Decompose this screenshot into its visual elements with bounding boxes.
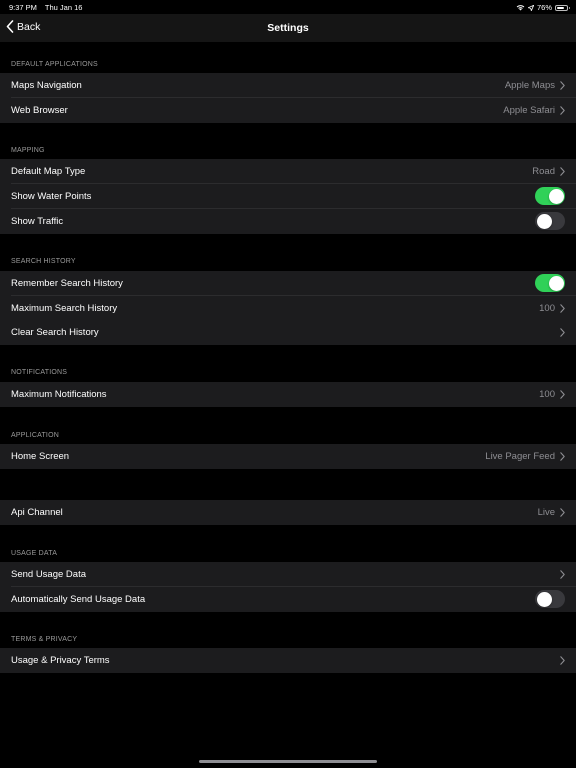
show-water-points-row: Show Water Points [0, 184, 576, 209]
auto-send-usage-data-toggle[interactable] [535, 590, 565, 609]
row-label: Home Screen [11, 450, 70, 462]
row-label: Usage & Privacy Terms [11, 654, 110, 666]
remember-search-history-row: Remember Search History [0, 271, 576, 296]
row-label: Remember Search History [11, 277, 123, 289]
row-value: Apple Maps [504, 79, 555, 91]
row-value: Live [537, 506, 555, 518]
section-header-application: APPLICATION [11, 432, 59, 439]
page-title: Settings [267, 22, 309, 34]
auto-send-usage-data-row: Automatically Send Usage Data [0, 587, 576, 612]
row-value: Apple Safari [503, 104, 555, 116]
chevron-right-icon [560, 304, 565, 313]
maximum-notifications-row[interactable]: Maximum Notifications 100 [0, 382, 576, 407]
maximum-search-history-row[interactable]: Maximum Search History 100 [0, 296, 576, 321]
section-header-mapping: MAPPING [11, 147, 45, 154]
location-arrow-icon [527, 4, 534, 11]
toggle-knob [536, 591, 552, 607]
clear-search-history-row[interactable]: Clear Search History [0, 320, 576, 345]
row-label: Automatically Send Usage Data [11, 593, 146, 605]
battery-percent: 76% [536, 3, 552, 12]
toggle-knob [548, 275, 564, 291]
navigation-bar: Back Settings [0, 14, 576, 42]
row-label: Show Water Points [11, 190, 92, 202]
chevron-right-icon [560, 656, 565, 665]
chevron-right-icon [560, 508, 565, 517]
toggle-knob [548, 188, 564, 204]
wifi-icon [516, 5, 525, 11]
show-water-points-toggle[interactable] [535, 187, 565, 206]
chevron-right-icon [560, 167, 565, 176]
section-header-default-applications: DEFAULT APPLICATIONS [11, 61, 98, 68]
web-browser-row[interactable]: Web Browser Apple Safari [0, 98, 576, 123]
section-header-usage-data: USAGE DATA [11, 550, 58, 557]
row-label: Send Usage Data [11, 568, 86, 580]
row-value: 100 [539, 302, 555, 314]
maps-navigation-row[interactable]: Maps Navigation Apple Maps [0, 73, 576, 98]
show-traffic-toggle[interactable] [535, 212, 565, 231]
row-label: Default Map Type [11, 165, 86, 177]
chevron-right-icon [560, 570, 565, 579]
settings-screen: 9:37 PM Thu Jan 16 76% Back Settings DEF… [0, 0, 576, 768]
api-channel-row[interactable]: Api Channel Live [0, 500, 576, 525]
row-label: Show Traffic [11, 215, 64, 227]
row-label: Maximum Search History [11, 302, 118, 314]
home-screen-row[interactable]: Home Screen Live Pager Feed [0, 444, 576, 469]
row-value: Road [532, 165, 555, 177]
section-header-notifications: NOTIFICATIONS [11, 369, 68, 376]
chevron-right-icon [560, 81, 565, 90]
row-label: Clear Search History [11, 326, 99, 338]
row-value: Live Pager Feed [485, 450, 555, 462]
chevron-right-icon [560, 452, 565, 461]
section-header-search-history: SEARCH HISTORY [11, 258, 76, 265]
remember-search-history-toggle[interactable] [535, 274, 565, 293]
home-indicator[interactable] [199, 760, 377, 763]
row-label: Maximum Notifications [11, 388, 107, 400]
usage-privacy-terms-row[interactable]: Usage & Privacy Terms [0, 648, 576, 673]
chevron-right-icon [560, 328, 565, 337]
default-map-type-row[interactable]: Default Map Type Road [0, 159, 576, 184]
battery-icon [555, 4, 570, 11]
row-label: Web Browser [11, 104, 68, 116]
status-date: Thu Jan 16 [44, 3, 83, 12]
row-label: Api Channel [11, 506, 63, 518]
toggle-knob [536, 213, 552, 229]
section-header-terms-privacy: TERMS & PRIVACY [11, 636, 78, 643]
chevron-right-icon [560, 390, 565, 399]
row-value: 100 [539, 388, 555, 400]
battery-level [557, 6, 564, 9]
status-bar: 9:37 PM Thu Jan 16 76% [0, 0, 576, 14]
row-label: Maps Navigation [11, 79, 82, 91]
status-time: 9:37 PM [9, 3, 37, 12]
show-traffic-row: Show Traffic [0, 209, 576, 234]
send-usage-data-row[interactable]: Send Usage Data [0, 562, 576, 587]
chevron-right-icon [560, 106, 565, 115]
